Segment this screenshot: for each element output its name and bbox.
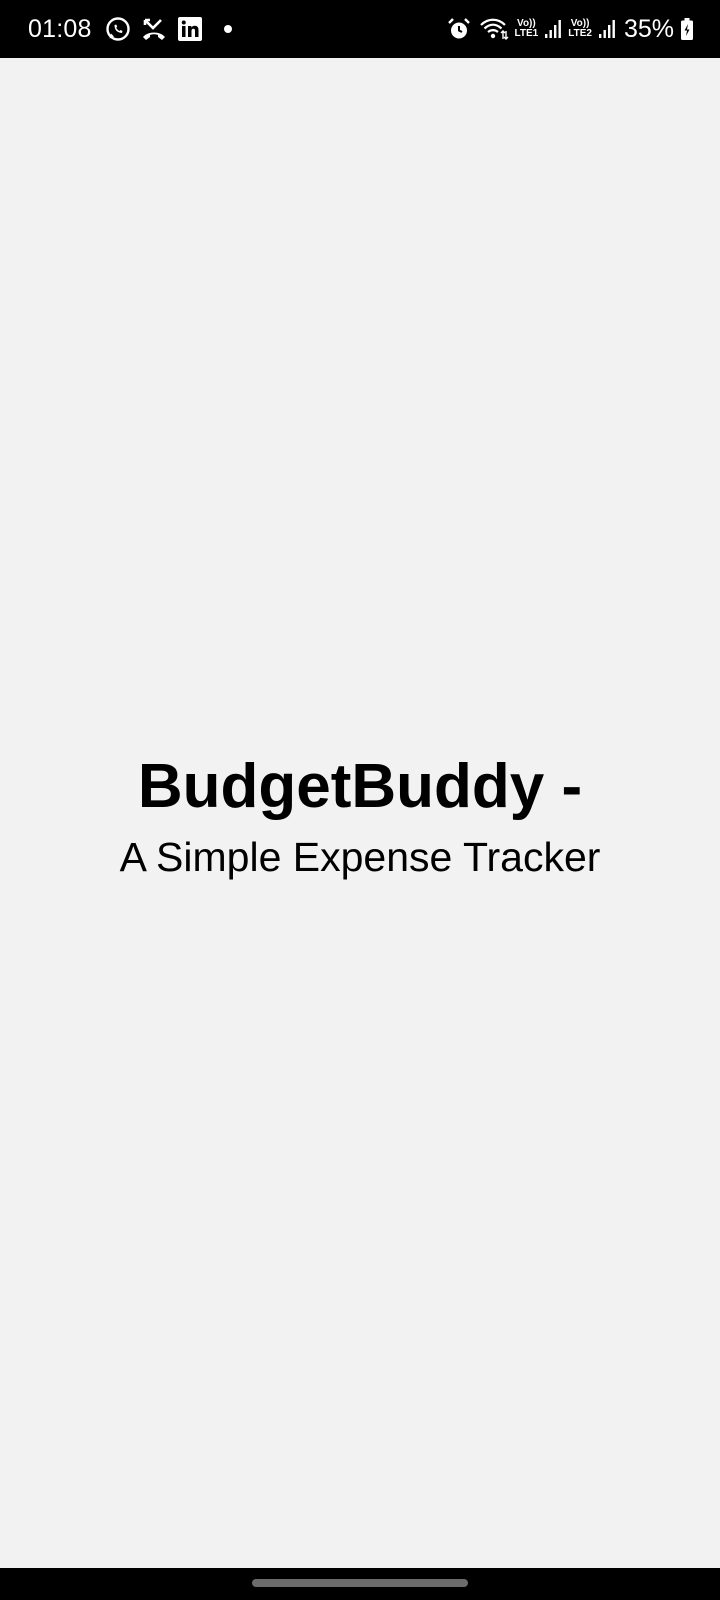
linkedin-icon	[176, 15, 204, 43]
sim1-indicator: Vo)) LTE1	[515, 19, 539, 39]
app-title: BudgetBuddy -	[137, 752, 583, 821]
sim2-lte-label: LTE2	[568, 28, 592, 39]
signal-icon	[544, 15, 562, 43]
battery-percent: 35%	[623, 14, 674, 43]
splash-screen: 01:08 Vo)) LTE1 Vo)) LTE2 35% BudgetBudd…	[0, 0, 720, 1600]
battery-icon	[680, 15, 694, 43]
status-bar-right: Vo)) LTE1 Vo)) LTE2 35%	[445, 0, 694, 58]
sim1-lte-label: LTE1	[514, 28, 539, 39]
signal-icon	[598, 15, 616, 43]
notification-dot	[223, 25, 232, 33]
status-bar: 01:08 Vo)) LTE1 Vo)) LTE2 35%	[0, 0, 720, 58]
wifi-icon	[479, 15, 509, 43]
navigation-bar	[0, 1568, 720, 1600]
app-subtitle: A Simple Expense Tracker	[119, 834, 601, 880]
status-bar-left: 01:08	[28, 0, 232, 58]
whatsapp-icon	[104, 15, 132, 43]
status-time: 01:08	[28, 14, 92, 43]
sim2-indicator: Vo)) LTE2	[568, 19, 592, 39]
alarm-icon	[445, 15, 473, 43]
home-gesture-handle[interactable]	[252, 1579, 468, 1587]
missed-call-icon	[140, 15, 168, 43]
